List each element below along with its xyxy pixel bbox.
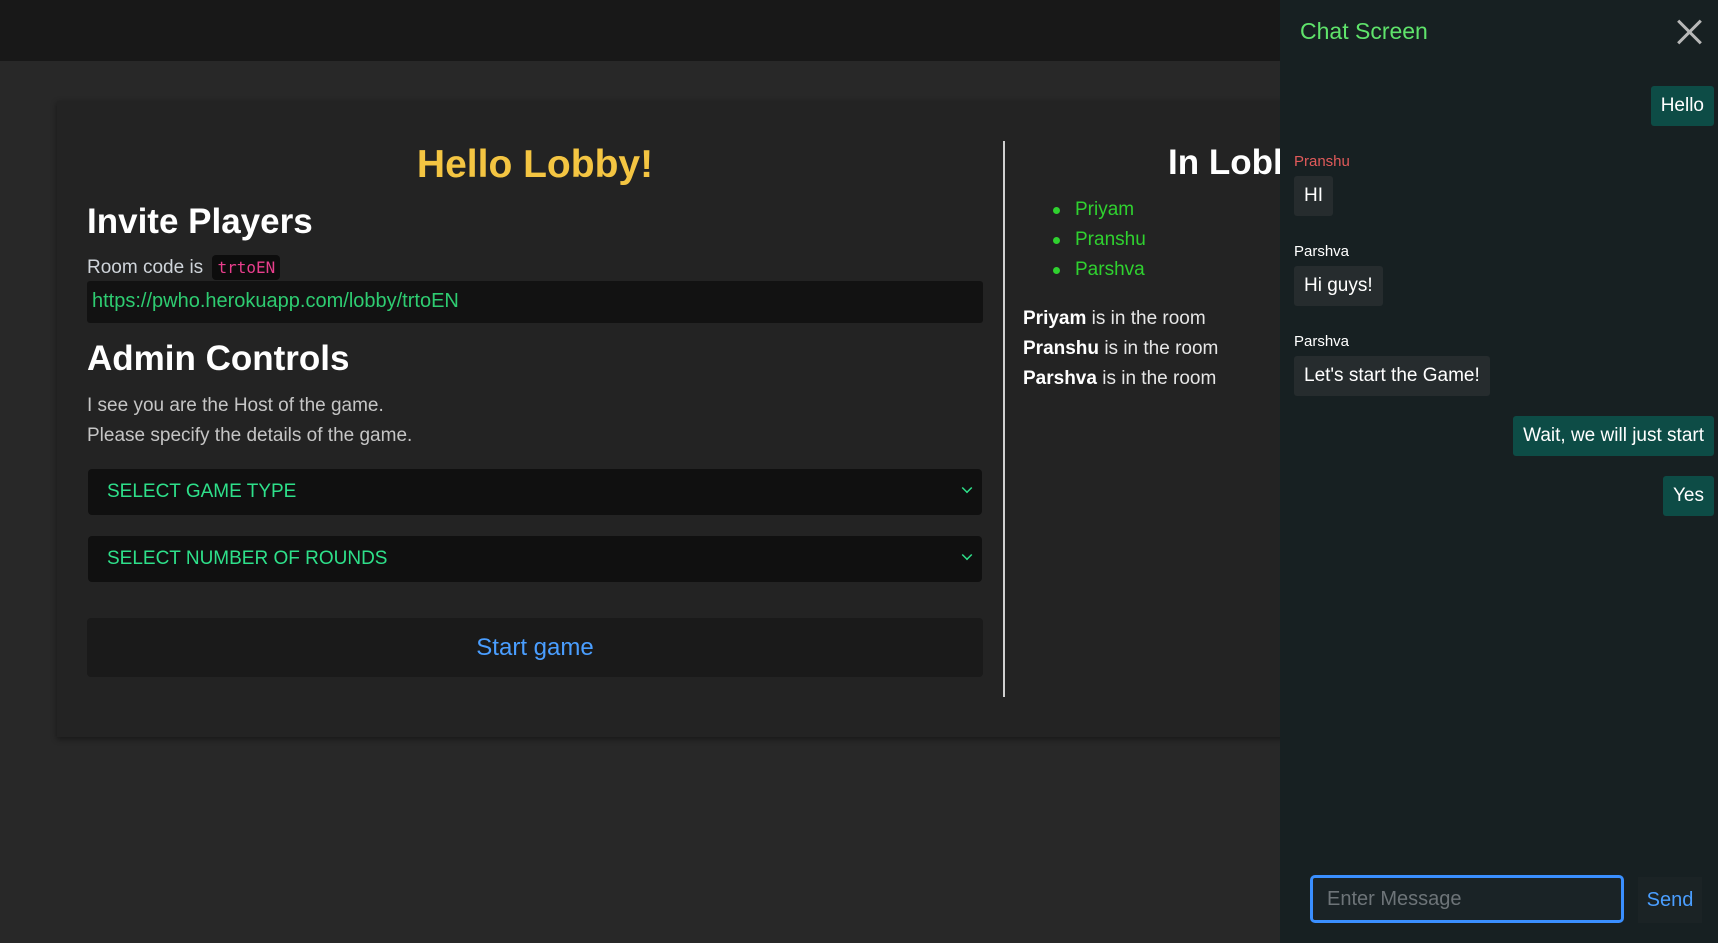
room-link[interactable]: https://pwho.herokuapp.com/lobby/trtoEN — [87, 281, 983, 323]
close-icon[interactable] — [1676, 18, 1702, 46]
player-list: Priyam Pranshu Parshva — [1053, 195, 1146, 285]
host-line-2: Please specify the details of the game. — [87, 425, 413, 446]
chat-title: Chat Screen — [1300, 18, 1428, 44]
invite-players-heading: Invite Players — [87, 202, 313, 241]
room-code: trtoEN — [212, 255, 281, 280]
host-instructions: I see you are the Host of the game. Plea… — [87, 391, 412, 451]
chat-panel: Chat Screen Hello Pranshu HI Parshva Hi … — [1280, 0, 1718, 943]
chat-message-incoming: HI — [1294, 176, 1333, 216]
room-log-entry: Parshva is in the room — [1023, 368, 1217, 389]
chat-message-outgoing: Yes — [1663, 476, 1714, 516]
player-item: Priyam — [1053, 195, 1146, 225]
room-log: Priyam is in the room Pranshu is in the … — [1023, 304, 1218, 394]
game-type-select[interactable]: SELECT GAME TYPE — [88, 469, 982, 515]
room-log-entry: Priyam is in the room — [1023, 308, 1206, 329]
message-input[interactable] — [1310, 875, 1624, 923]
rounds-select-label: SELECT NUMBER OF ROUNDS — [107, 548, 388, 569]
admin-controls-heading: Admin Controls — [87, 339, 350, 378]
game-type-select-label: SELECT GAME TYPE — [107, 481, 297, 502]
message-sender: Parshva — [1294, 243, 1350, 260]
message-sender: Parshva — [1294, 333, 1350, 350]
chevron-down-icon — [961, 482, 973, 494]
chat-message-incoming: Hi guys! — [1294, 266, 1383, 306]
player-item: Parshva — [1053, 255, 1146, 285]
host-line-1: I see you are the Host of the game. — [87, 395, 384, 416]
message-sender: Pranshu — [1294, 153, 1350, 170]
chat-message-outgoing: Wait, we will just start — [1513, 416, 1714, 456]
rounds-select[interactable]: SELECT NUMBER OF ROUNDS — [88, 536, 982, 582]
chevron-down-icon — [961, 549, 973, 561]
start-game-button[interactable]: Start game — [87, 618, 983, 677]
room-code-label: Room code is — [87, 257, 204, 278]
send-button[interactable]: Send — [1638, 877, 1702, 923]
column-divider — [1003, 141, 1005, 697]
lobby-card: Hello Lobby! Invite Players Room code is… — [57, 101, 1437, 737]
player-item: Pranshu — [1053, 225, 1146, 255]
room-code-line: Room code is trtoEN — [87, 255, 281, 280]
room-log-entry: Pranshu is in the room — [1023, 338, 1219, 359]
chat-message-outgoing: Hello — [1650, 86, 1714, 126]
lobby-title: Hello Lobby! — [416, 143, 654, 186]
chat-message-incoming: Let's start the Game! — [1294, 356, 1490, 396]
